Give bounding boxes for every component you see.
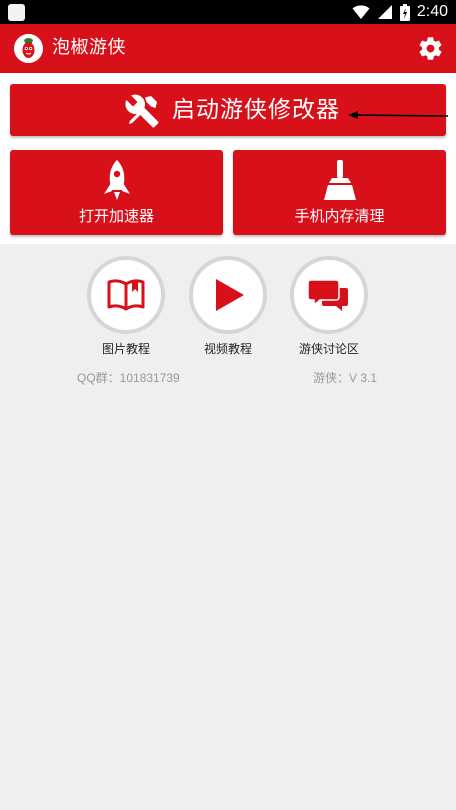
video-tutorial-button[interactable]: 视频教程 [187, 256, 269, 358]
forum-circle[interactable] [290, 256, 368, 334]
play-icon [216, 279, 244, 311]
broom-icon [323, 160, 356, 200]
signal-icon [377, 5, 392, 19]
tools-icon [125, 94, 159, 128]
video-tutorial-label: 视频教程 [203, 342, 252, 356]
book-icon [107, 279, 145, 311]
forum-button[interactable]: 游侠讨论区 [288, 256, 370, 358]
qq-group-text: QQ群：101831739 [77, 371, 180, 385]
open-accelerator-button[interactable]: 打开加速器 [10, 150, 223, 235]
wifi-icon [352, 5, 370, 19]
app-title: 泡椒游侠 [52, 37, 126, 58]
rocket-icon [103, 160, 130, 200]
app-bar: 泡椒游侠 [0, 24, 456, 73]
picture-tutorial-button[interactable]: 图片教程 [85, 256, 167, 358]
memory-clean-button[interactable]: 手机内存清理 [233, 150, 446, 235]
launch-modifier-label: 启动游侠修改器 [172, 97, 340, 123]
video-tutorial-circle[interactable] [189, 256, 267, 334]
version-text: 游侠：V 3.1 [313, 371, 378, 385]
clock: 2:40 [416, 3, 448, 20]
gear-icon [419, 37, 442, 60]
open-accelerator-label: 打开加速器 [78, 207, 154, 225]
notification-icon [8, 4, 25, 21]
status-bar: 2:40 [0, 0, 456, 24]
settings-button[interactable] [417, 35, 444, 62]
chat-icon [308, 279, 348, 311]
battery-icon [399, 3, 410, 21]
memory-clean-label: 手机内存清理 [294, 207, 385, 225]
forum-label: 游侠讨论区 [298, 342, 359, 356]
picture-tutorial-circle[interactable] [87, 256, 165, 334]
picture-tutorial-label: 图片教程 [101, 342, 150, 356]
annotation-arrow [348, 111, 448, 119]
app-logo [14, 34, 43, 63]
